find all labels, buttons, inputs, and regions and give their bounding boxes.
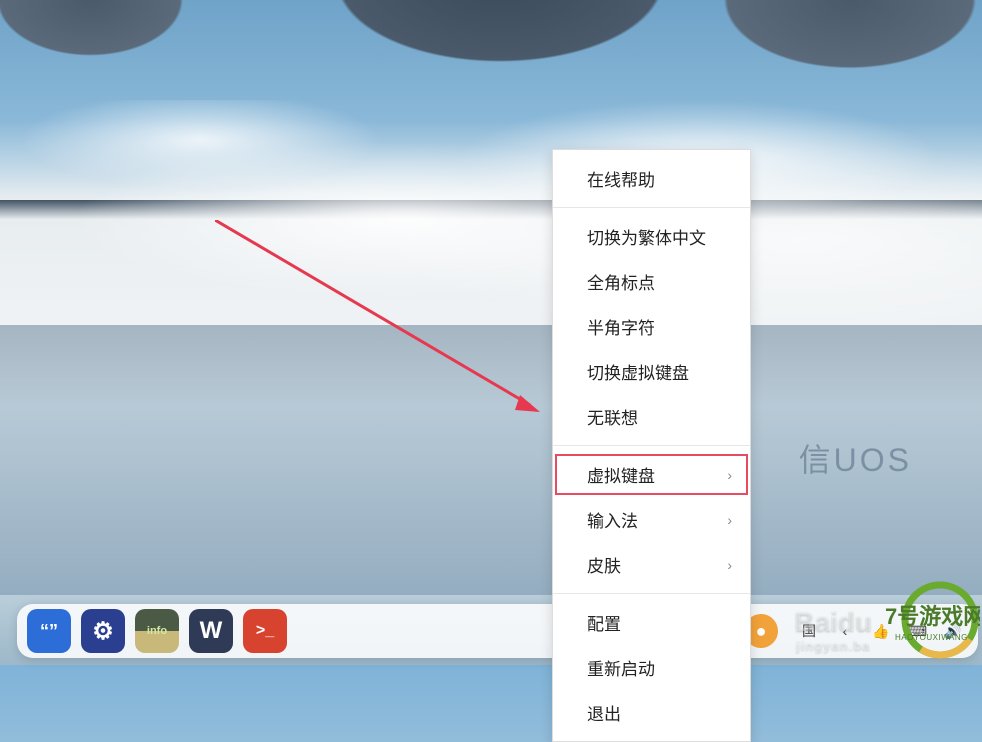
menu-item-输入法[interactable]: 输入法 › — [553, 497, 750, 542]
menu-item-label: 重新启动 — [587, 655, 655, 680]
chevron-right-icon: › — [727, 512, 732, 528]
dock-taskbar: “”⚙infoW>_ ✦● 国‹👍⌨🔊 — [17, 604, 978, 658]
menu-item-label: 配置 — [587, 610, 621, 635]
chevron-right-icon: › — [727, 557, 732, 573]
menu-item-退出[interactable]: 退出 — [553, 690, 750, 735]
desktop-branding-text: 信UOS — [799, 435, 912, 481]
menu-item-虚拟键盘[interactable]: 虚拟键盘 › — [553, 452, 750, 497]
menu-item-label: 无联想 — [587, 404, 638, 429]
menu-item-label: 虚拟键盘 — [587, 462, 655, 487]
menu-item-label: 半角字符 — [587, 314, 655, 339]
keyboard-tray-icon[interactable]: ⌨ — [902, 616, 932, 646]
settings-app-icon[interactable]: ⚙ — [81, 609, 125, 653]
menu-item-切换虚拟键盘[interactable]: 切换虚拟键盘 — [553, 349, 750, 394]
menu-item-label: 在线帮助 — [587, 166, 655, 191]
menu-item-皮肤[interactable]: 皮肤 › — [553, 542, 750, 587]
menu-item-切换为繁体中文[interactable]: 切换为繁体中文 — [553, 214, 750, 259]
volume-tray-icon[interactable]: 🔊 — [938, 616, 968, 646]
menu-item-label: 全角标点 — [587, 269, 655, 294]
back-tray-icon[interactable]: ‹ — [830, 616, 860, 646]
menu-item-半角字符[interactable]: 半角字符 — [553, 304, 750, 349]
menu-item-重新启动[interactable]: 重新启动 — [553, 645, 750, 690]
quote-app-icon[interactable]: “” — [27, 609, 71, 653]
menu-item-在线帮助[interactable]: 在线帮助 — [553, 156, 750, 201]
menu-item-label: 输入法 — [587, 507, 638, 532]
menu-item-label: 皮肤 — [587, 552, 621, 577]
menu-item-label: 切换为繁体中文 — [587, 224, 706, 249]
menu-item-label: 切换虚拟键盘 — [587, 359, 689, 384]
thumb-tray-icon[interactable]: 👍 — [866, 616, 896, 646]
wps-app-icon[interactable]: W — [189, 609, 233, 653]
menu-item-全角标点[interactable]: 全角标点 — [553, 259, 750, 304]
menu-item-无联想[interactable]: 无联想 — [553, 394, 750, 439]
chevron-right-icon: › — [727, 467, 732, 483]
menu-item-配置[interactable]: 配置 — [553, 600, 750, 645]
ime-tray-icon[interactable]: 国 — [794, 616, 824, 646]
terminal-app-icon[interactable]: >_ — [243, 609, 287, 653]
desktop-wallpaper — [0, 0, 982, 665]
input-method-context-menu: 在线帮助切换为繁体中文全角标点半角字符切换虚拟键盘无联想虚拟键盘 › 输入法 › 皮肤 ›… — [552, 149, 751, 742]
info-app-icon[interactable]: info — [135, 609, 179, 653]
menu-item-label: 退出 — [587, 700, 621, 725]
